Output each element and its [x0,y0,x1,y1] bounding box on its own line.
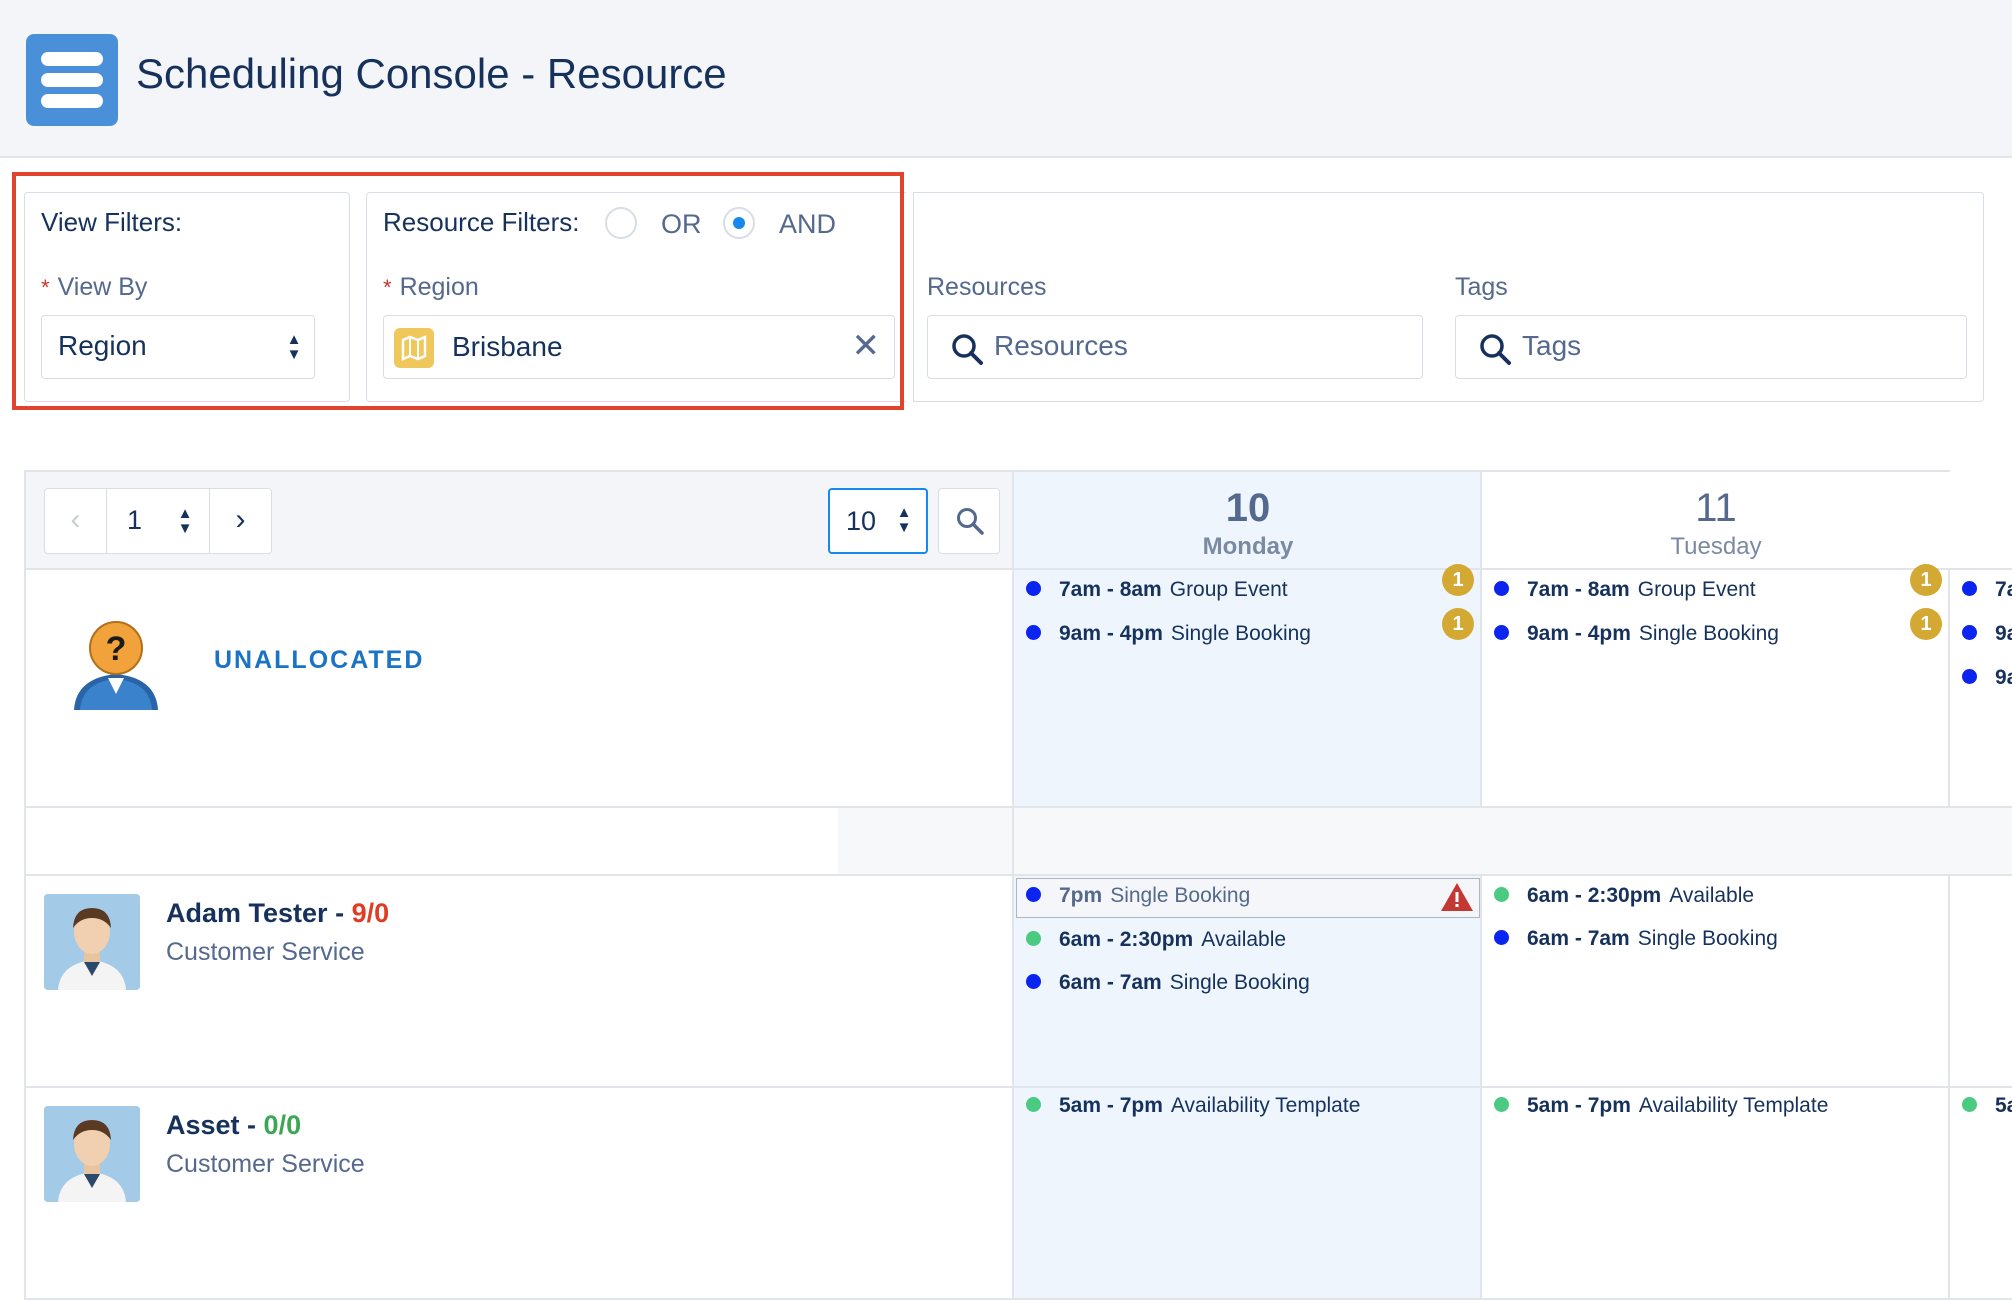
and-radio[interactable] [723,207,755,239]
event-count-badge: 1 [1442,564,1474,596]
event-count-badge: 1 [1910,564,1942,596]
view-by-label: * View By [41,273,148,301]
tags-input[interactable] [1520,326,1900,366]
day-name: Monday [1202,533,1294,560]
search-icon [1480,334,1511,365]
resource-count: 0/0 [263,1110,302,1140]
panel-divider [913,192,914,402]
schedule-grid: ‹ 1 ▲ ▼ › 10 ▲ ▼ 10 Monday 11 Tuesday ? … [24,470,2012,1300]
resource-name[interactable]: Asset - 0/0 [166,1110,301,1141]
select-arrows-icon: ▲ ▼ [286,331,302,363]
resource-filters-panel: Resource Filters: OR AND * Region Brisban… [366,192,1984,402]
day-header-monday[interactable]: 10 Monday [1014,470,1482,570]
view-by-value: Region [58,330,147,361]
tags-label: Tags [1455,273,1508,301]
region-pill[interactable]: Brisbane ✕ [383,315,895,379]
next-page-button[interactable]: › [209,489,271,553]
resource-role: Customer Service [166,1150,365,1178]
resource-filters-title: Resource Filters: [383,207,580,237]
event-item[interactable]: 7am - 8am Group Event [1026,578,1288,602]
event-item[interactable]: 7pm Single Booking [1026,884,1250,908]
event-item[interactable]: 5am - 7pm Availability Template [1026,1094,1360,1118]
page-size-input[interactable]: 10 ▲ ▼ [828,488,928,554]
pager: ‹ 1 ▲ ▼ › [44,488,272,554]
event-item-partial[interactable]: 5a [1962,1094,2012,1118]
grid-toolbar: ‹ 1 ▲ ▼ › 10 ▲ ▼ [24,470,1014,570]
region-value: Brisbane [452,331,563,362]
day-number: 10 [1225,486,1271,530]
event-item[interactable]: 5am - 7pm Availability Template [1494,1094,1828,1118]
grid-line [24,470,26,1300]
and-label: AND [779,209,837,239]
previous-page-button[interactable]: ‹ [45,489,107,553]
event-item-partial[interactable]: 9a [1962,622,2012,646]
resource-count: 9/0 [351,898,390,928]
view-filters-title: View Filters: [41,207,183,237]
region-map-icon [394,328,434,368]
day-number: 11 [1695,486,1737,530]
grid-line [1948,570,1950,808]
or-label: OR [661,209,702,239]
page-number[interactable]: 1 [127,505,142,536]
remove-region-icon[interactable]: ✕ [852,326,881,366]
search-icon [957,508,984,535]
grid-line [24,874,2012,876]
event-item[interactable]: 9am - 4pm Single Booking [1026,622,1311,646]
warning-icon [1441,883,1473,911]
search-icon [952,334,983,365]
required-marker: * [41,275,50,300]
day-header-tuesday[interactable]: 11 Tuesday [1482,470,1950,570]
page-spinner-icon[interactable]: ▲ ▼ [177,506,193,536]
page-size-spinner-icon[interactable]: ▲ ▼ [896,505,912,535]
avatar [44,1106,140,1202]
group-separator-row [838,808,2012,876]
event-item-partial[interactable]: 7a [1962,578,2012,602]
event-item[interactable]: 7am - 8am Group Event [1494,578,1756,602]
event-item-partial[interactable]: 9a [1962,666,2012,690]
resources-input[interactable] [992,326,1372,366]
view-by-select[interactable]: Region ▲ ▼ [41,315,315,379]
grid-search-button[interactable] [938,488,1000,554]
grid-line [24,1086,2012,1088]
unallocated-label[interactable]: UNALLOCATED [214,646,424,675]
svg-text:?: ? [106,630,127,668]
grid-line [24,806,2012,808]
grid-line [1012,470,1014,1300]
page-title: Scheduling Console - Resource [136,50,727,97]
view-filters-panel: View Filters: * View By Region ▲ ▼ [24,192,350,402]
tags-search[interactable] [1455,315,1967,379]
scheduling-app-icon [26,34,118,126]
resource-role: Customer Service [166,938,365,966]
page-header: Scheduling Console - Resource [0,0,2012,158]
resources-label: Resources [927,273,1047,301]
resources-search[interactable] [927,315,1423,379]
region-label: * Region [383,273,479,301]
resource-name[interactable]: Adam Tester - 9/0 [166,898,389,929]
required-marker: * [383,275,392,300]
event-item[interactable]: 6am - 2:30pm Available [1026,928,1286,952]
avatar [44,894,140,990]
page-size-value: 10 [846,506,877,536]
grid-line [1948,876,1950,1300]
event-count-badge: 1 [1442,608,1474,640]
grid-line [24,568,2012,570]
day-name: Tuesday [1670,533,1762,560]
event-item[interactable]: 6am - 7am Single Booking [1494,927,1778,951]
grid-line [1480,876,1482,1300]
event-item[interactable]: 6am - 7am Single Booking [1026,971,1310,995]
event-item[interactable]: 6am - 2:30pm Available [1494,884,1754,908]
group-separator-row-left [24,808,838,876]
or-radio[interactable] [605,207,637,239]
event-item[interactable]: 9am - 4pm Single Booking [1494,622,1779,646]
event-count-badge: 1 [1910,608,1942,640]
grid-line [1480,470,1482,808]
unallocated-avatar-icon: ? [68,618,164,714]
